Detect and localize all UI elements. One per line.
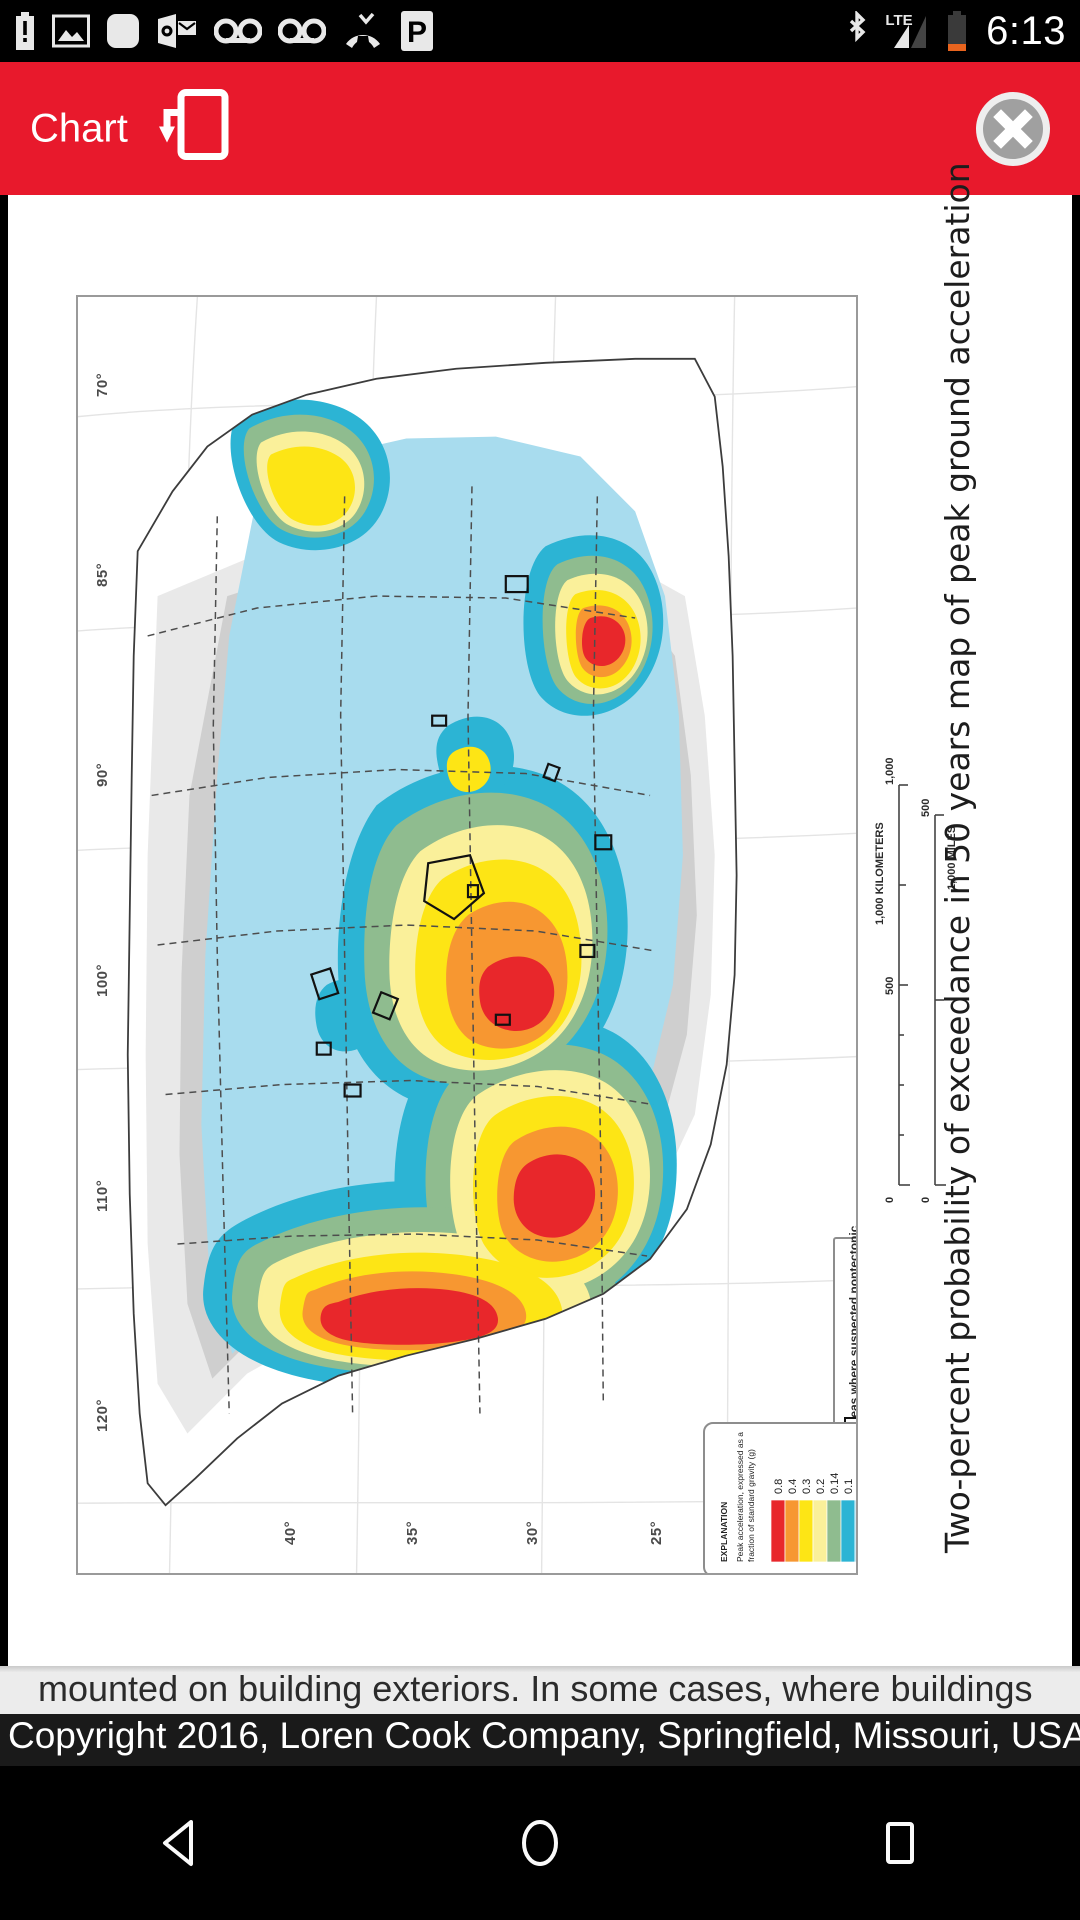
lat-label-40: 40° (282, 1520, 299, 1545)
legend-box: EXPLANATION Peak acceleration, expressed… (703, 1422, 858, 1573)
svg-text:0: 0 (920, 1197, 932, 1203)
lon-label-100: 100° (94, 963, 111, 997)
back-icon[interactable] (151, 1814, 209, 1872)
legend-value-2: 0.3 (801, 1479, 813, 1494)
recents-icon[interactable] (871, 1814, 929, 1872)
lon-label-120: 120° (94, 1398, 111, 1432)
lat-label-35: 35° (404, 1520, 421, 1545)
close-icon[interactable] (974, 90, 1052, 168)
hazard-map-graphic (78, 297, 856, 1573)
rounded-square-icon (106, 12, 140, 50)
svg-text:500: 500 (920, 799, 932, 817)
legend-value-5: 0.1 (843, 1479, 855, 1494)
image-icon (52, 12, 90, 50)
battery-low-icon (946, 11, 968, 51)
lat-label-25: 25° (648, 1520, 665, 1545)
parking-p-icon: P (400, 10, 434, 52)
rotate-screen-icon[interactable] (155, 86, 231, 171)
app-bar: Chart (0, 62, 1080, 195)
svg-text:fraction of standard gravity (: fraction of standard gravity (g) (746, 1449, 756, 1562)
bluetooth-icon (844, 11, 870, 51)
lat-label-30: 30° (524, 1520, 541, 1545)
map-title-rotated: Two-percent probability of exceedance in… (938, 162, 978, 1565)
note-line-1: Areas where suspected nontectonic (847, 1225, 858, 1431)
svg-text:0: 0 (884, 1197, 896, 1203)
status-bar-right-icons: LTE 6:13 (844, 9, 1066, 54)
copyright-bar: Copyright 2016, Loren Cook Company, Spri… (0, 1714, 1080, 1766)
lon-label-70: 70° (94, 372, 111, 397)
page-title: Chart (30, 106, 128, 150)
lte-signal-icon: LTE (882, 10, 934, 52)
missed-call-icon (342, 12, 384, 50)
home-icon[interactable] (511, 1814, 569, 1872)
copyright-text: Copyright 2016, Loren Cook Company, Spri… (8, 1715, 1080, 1756)
svg-text:500: 500 (884, 977, 896, 995)
legend-value-4: 0.14 (829, 1473, 841, 1494)
voicemail-icon-1 (214, 16, 262, 46)
svg-text:Peak acceleration, expressed a: Peak acceleration, expressed as a (735, 1432, 745, 1562)
battery-alert-icon (14, 12, 36, 50)
legend-value-6: 0.06 (857, 1473, 858, 1494)
map-title-text: Two-percent probability of exceedance in… (938, 162, 977, 1553)
status-bar: P LTE 6:13 (0, 0, 1080, 62)
android-nav-bar (0, 1766, 1080, 1920)
nontectonic-note-box: Areas where suspected nontectonic earthq… (833, 1226, 856, 1442)
lon-label-85: 85° (94, 562, 111, 587)
lon-label-90: 90° (94, 762, 111, 787)
legend-value-1: 0.4 (787, 1479, 799, 1494)
legend-graphic: EXPLANATION Peak acceleration, expressed… (719, 1432, 858, 1563)
svg-text:1,000: 1,000 (884, 757, 896, 785)
legend-value-3: 0.2 (815, 1479, 827, 1494)
status-bar-left-icons: P (14, 10, 844, 52)
outlook-mail-icon (156, 12, 198, 50)
voicemail-icon-2 (278, 16, 326, 46)
lon-label-110: 110° (94, 1179, 111, 1212)
svg-text:EXPLANATION: EXPLANATION (719, 1502, 729, 1562)
legend-color-ramp (770, 1499, 856, 1563)
document-sheet[interactable]: 70° 85° 90° 100° 110° 120° 40° 35° 30° 2… (8, 162, 1072, 1675)
status-bar-clock: 6:13 (986, 8, 1066, 53)
hazard-contours (127, 358, 737, 1506)
seismic-hazard-map[interactable]: 70° 85° 90° 100° 110° 120° 40° 35° 30° 2… (76, 295, 858, 1575)
svg-text:P: P (407, 16, 427, 49)
scale-label-kilometers: 1,000 KILOMETERS (874, 822, 886, 925)
partial-line-text: mounted on building exteriors. In some c… (38, 1668, 1033, 1709)
legend-value-0: 0.8 (773, 1479, 785, 1494)
document-partial-line: mounted on building exteriors. In some c… (0, 1668, 1080, 1714)
